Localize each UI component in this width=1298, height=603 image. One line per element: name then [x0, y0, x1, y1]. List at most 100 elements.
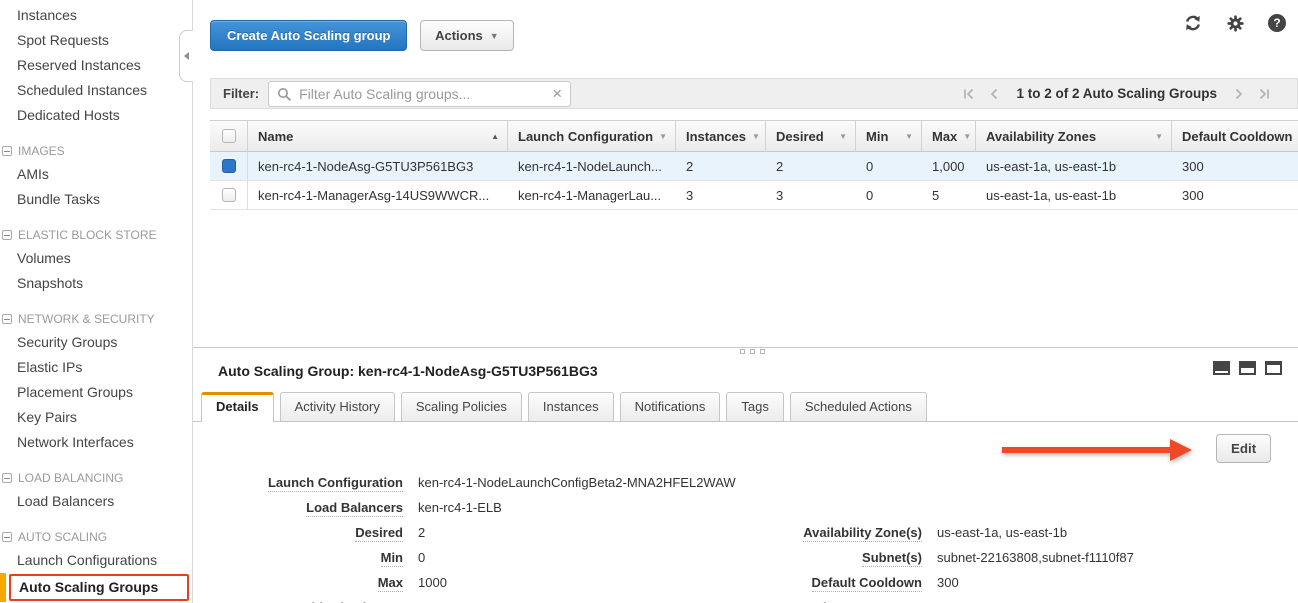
- cell-default-cooldown: 300: [1172, 181, 1298, 209]
- sidebar-list: InstancesSpot RequestsReserved Instances…: [0, 3, 192, 601]
- pane-resize-handle[interactable]: [740, 349, 765, 354]
- chevron-down-icon: ▼: [963, 132, 971, 141]
- tab-scaling-policies[interactable]: Scaling Policies: [401, 392, 522, 421]
- tab-tags[interactable]: Tags: [726, 392, 783, 421]
- sidebar-section-elastic-block-store[interactable]: ELASTIC BLOCK STORE: [0, 224, 192, 246]
- edit-button[interactable]: Edit: [1216, 434, 1271, 463]
- row-checkbox-cell: [210, 152, 248, 180]
- last-page-icon[interactable]: [1257, 87, 1271, 101]
- column-header-label: Availability Zones: [986, 129, 1096, 144]
- search-box: ×: [268, 81, 571, 107]
- detail-field: Max1000: [218, 570, 736, 595]
- sidebar-item-security-groups[interactable]: Security Groups: [0, 330, 192, 355]
- column-header-name[interactable]: Name▲: [248, 121, 508, 151]
- tab-instances[interactable]: Instances: [528, 392, 614, 421]
- field-label: Desired: [355, 525, 403, 542]
- search-icon: [277, 87, 292, 105]
- sidebar-item-bundle-tasks[interactable]: Bundle Tasks: [0, 187, 192, 212]
- pane-large-bottom-icon[interactable]: [1265, 361, 1282, 375]
- tab-scheduled-actions[interactable]: Scheduled Actions: [790, 392, 927, 421]
- column-header-launch-configuration[interactable]: Launch Configuration▼: [508, 121, 676, 151]
- row-checkbox[interactable]: [222, 188, 236, 202]
- pane-layout-icons: [1213, 361, 1282, 375]
- filter-bar: Filter: × 1 to 2 of 2 Auto Scaling Group…: [210, 78, 1298, 109]
- sidebar-section-label: LOAD BALANCING: [18, 471, 123, 485]
- table-row[interactable]: ken-rc4-1-ManagerAsg-14US9WWCR...ken-rc4…: [210, 181, 1298, 210]
- settings-gear-icon[interactable]: [1226, 14, 1245, 33]
- sidebar-item-spot-requests[interactable]: Spot Requests: [0, 28, 192, 53]
- collapse-section-icon: [2, 532, 12, 542]
- cell-instances: 3: [676, 181, 766, 209]
- chevron-down-icon: ▼: [1155, 132, 1163, 141]
- sidebar-item-elastic-ips[interactable]: Elastic IPs: [0, 355, 192, 380]
- sidebar-item-key-pairs[interactable]: Key Pairs: [0, 405, 192, 430]
- sidebar-item-network-interfaces[interactable]: Network Interfaces: [0, 430, 192, 455]
- sidebar-collapse-handle[interactable]: [179, 30, 193, 82]
- create-auto-scaling-group-button[interactable]: Create Auto Scaling group: [210, 20, 407, 51]
- sidebar-item-dedicated-hosts[interactable]: Dedicated Hosts: [0, 103, 192, 128]
- field-value: 2: [418, 525, 425, 540]
- chevron-down-icon: ▼: [905, 132, 913, 141]
- column-header-instances[interactable]: Instances▼: [676, 121, 766, 151]
- sidebar-section-label: NETWORK & SECURITY: [18, 312, 155, 326]
- next-page-icon[interactable]: [1232, 87, 1246, 101]
- sidebar-item-load-balancers[interactable]: Load Balancers: [0, 489, 192, 514]
- sidebar-item-snapshots[interactable]: Snapshots: [0, 271, 192, 296]
- sidebar-item-instances[interactable]: Instances: [0, 3, 192, 28]
- column-header-label: Default Cooldown: [1182, 129, 1293, 144]
- detail-field: Health Check TypeEC2: [218, 595, 736, 603]
- sidebar-section-images[interactable]: IMAGES: [0, 140, 192, 162]
- sidebar-item-auto-scaling-groups[interactable]: Auto Scaling Groups: [9, 574, 189, 601]
- field-label: Load Balancers: [306, 500, 403, 517]
- first-page-icon[interactable]: [962, 87, 976, 101]
- column-header-label: Name: [258, 129, 293, 144]
- sidebar-section-load-balancing[interactable]: LOAD BALANCING: [0, 467, 192, 489]
- sidebar-section-auto-scaling[interactable]: AUTO SCALING: [0, 526, 192, 548]
- column-header-availability-zones[interactable]: Availability Zones ▼: [976, 121, 1172, 151]
- column-header-desired[interactable]: Desired▼: [766, 121, 856, 151]
- refresh-icon[interactable]: [1183, 13, 1203, 33]
- clear-filter-icon[interactable]: ×: [552, 84, 562, 104]
- pane-medium-bottom-icon[interactable]: [1239, 361, 1256, 375]
- row-checkbox[interactable]: [222, 159, 236, 173]
- question-mark-icon: ?: [1268, 14, 1286, 32]
- cell-desired: 3: [766, 181, 856, 209]
- sidebar-section-network-security[interactable]: NETWORK & SECURITY: [0, 308, 192, 330]
- chevron-down-icon: ▼: [752, 132, 760, 141]
- sidebar-item-placement-groups[interactable]: Placement Groups: [0, 380, 192, 405]
- column-header-default-cooldown[interactable]: Default Cooldown▼: [1172, 121, 1298, 151]
- sidebar-item-launch-configurations[interactable]: Launch Configurations: [0, 548, 192, 573]
- table-row[interactable]: ken-rc4-1-NodeAsg-G5TU3P561BG3ken-rc4-1-…: [210, 152, 1298, 181]
- previous-page-icon[interactable]: [987, 87, 1001, 101]
- help-icon[interactable]: ?: [1268, 14, 1286, 32]
- field-value: 1000: [418, 575, 447, 590]
- sidebar-item-reserved-instances[interactable]: Reserved Instances: [0, 53, 192, 78]
- actions-button[interactable]: Actions▼: [420, 20, 514, 51]
- sidebar-section-label: IMAGES: [18, 144, 65, 158]
- sidebar-item-volumes[interactable]: Volumes: [0, 246, 192, 271]
- column-header-min[interactable]: Min▼: [856, 121, 922, 151]
- tab-details[interactable]: Details: [201, 392, 274, 422]
- detail-field: Placement Group: [742, 595, 1134, 603]
- asg-table: Name▲Launch Configuration▼Instances▼Desi…: [210, 120, 1298, 210]
- column-header-label: Max: [932, 129, 957, 144]
- tab-activity-history[interactable]: Activity History: [280, 392, 395, 421]
- select-all-cell: [210, 121, 248, 151]
- pane-small-bottom-icon[interactable]: [1213, 361, 1230, 375]
- collapse-left-icon: [184, 52, 189, 60]
- select-all-checkbox[interactable]: [222, 129, 236, 143]
- tab-notifications[interactable]: Notifications: [620, 392, 721, 421]
- cell-min: 0: [856, 152, 922, 180]
- field-value: us-east-1a, us-east-1b: [937, 525, 1067, 540]
- sidebar-item-amis[interactable]: AMIs: [0, 162, 192, 187]
- column-header-max[interactable]: Max ▼: [922, 121, 976, 151]
- field-value: ken-rc4-1-NodeLaunchConfigBeta2-MNA2HFEL…: [418, 475, 736, 490]
- pagination: 1 to 2 of 2 Auto Scaling Groups: [962, 79, 1271, 108]
- filter-input[interactable]: [269, 83, 570, 105]
- cell-name: ken-rc4-1-ManagerAsg-14US9WWCR...: [248, 181, 508, 209]
- table-header-row: Name▲Launch Configuration▼Instances▼Desi…: [210, 120, 1298, 152]
- detail-field: Desired 2: [218, 520, 736, 545]
- field-value: 0: [418, 550, 425, 565]
- sidebar-item-scheduled-instances[interactable]: Scheduled Instances: [0, 78, 192, 103]
- row-checkbox-cell: [210, 181, 248, 209]
